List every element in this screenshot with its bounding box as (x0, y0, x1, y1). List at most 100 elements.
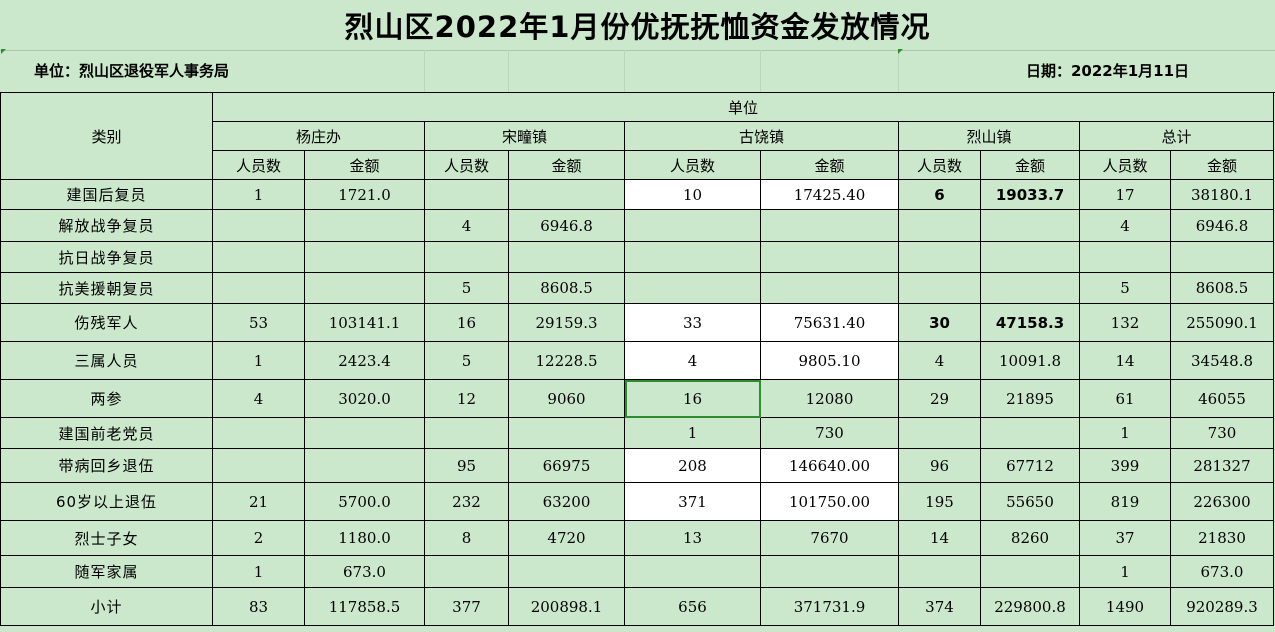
cell-amount[interactable]: 10091.8 (980, 341, 1080, 380)
cell-amount[interactable]: 371731.9 (760, 587, 899, 626)
cell-amount[interactable]: 730 (1170, 417, 1274, 449)
row-label[interactable]: 建国后复员 (0, 179, 213, 210)
unit-label[interactable]: 单位：烈山区退役军人事务局 (34, 50, 229, 92)
cell-amount[interactable]: 673.0 (1170, 555, 1274, 588)
row-label[interactable]: 抗美援朝复员 (0, 272, 213, 304)
cell-count[interactable]: 1 (212, 341, 305, 380)
cell-amount[interactable]: 4720 (508, 520, 625, 556)
cell-count[interactable]: 371 (624, 482, 761, 521)
cell-count[interactable]: 83 (212, 587, 305, 626)
header-amount[interactable]: 金额 (508, 150, 625, 180)
cell-count[interactable]: 29 (898, 379, 981, 418)
cell-amount[interactable]: 2423.4 (304, 341, 425, 380)
cell-amount[interactable] (1170, 241, 1274, 273)
row-label[interactable]: 伤残军人 (0, 303, 213, 342)
cell-amount[interactable]: 229800.8 (980, 587, 1080, 626)
header-count[interactable]: 人员数 (898, 150, 981, 180)
cell-amount[interactable]: 19033.7 (980, 179, 1080, 210)
cell-amount[interactable]: 7670 (760, 520, 899, 556)
cell-count[interactable]: 208 (624, 448, 761, 483)
cell-count[interactable]: 96 (898, 448, 981, 483)
cell-amount[interactable] (304, 272, 425, 304)
cell-amount[interactable] (980, 209, 1080, 242)
row-label[interactable]: 60岁以上退伍 (0, 482, 213, 521)
cell-amount[interactable] (304, 209, 425, 242)
cell-amount[interactable]: 920289.3 (1170, 587, 1274, 626)
cell-count[interactable] (424, 241, 509, 273)
cell-count[interactable]: 14 (898, 520, 981, 556)
cell-count[interactable] (624, 209, 761, 242)
cell-count[interactable]: 8 (424, 520, 509, 556)
cell-amount[interactable] (980, 272, 1080, 304)
cell-amount[interactable]: 46055 (1170, 379, 1274, 418)
cell-count[interactable] (624, 272, 761, 304)
cell-count[interactable]: 374 (898, 587, 981, 626)
cell-amount[interactable]: 103141.1 (304, 303, 425, 342)
cell-count[interactable]: 195 (898, 482, 981, 521)
cell-count[interactable] (898, 241, 981, 273)
cell-amount[interactable] (304, 241, 425, 273)
cell-count[interactable]: 1490 (1079, 587, 1171, 626)
cell-amount[interactable]: 255090.1 (1170, 303, 1274, 342)
cell-count[interactable]: 232 (424, 482, 509, 521)
cell-amount[interactable] (760, 209, 899, 242)
header-count[interactable]: 人员数 (424, 150, 509, 180)
cell-amount[interactable] (760, 272, 899, 304)
cell-amount[interactable]: 21895 (980, 379, 1080, 418)
cell-count[interactable]: 4 (624, 341, 761, 380)
header-group-lieshan[interactable]: 烈山镇 (898, 121, 1080, 151)
header-amount[interactable]: 金额 (1170, 150, 1274, 180)
cell-amount[interactable]: 9805.10 (760, 341, 899, 380)
cell-count[interactable]: 10 (624, 179, 761, 210)
header-group-total[interactable]: 总计 (1079, 121, 1274, 151)
cell-count[interactable]: 95 (424, 448, 509, 483)
cell-count[interactable]: 4 (1079, 209, 1171, 242)
header-count[interactable]: 人员数 (624, 150, 761, 180)
cell-count[interactable]: 61 (1079, 379, 1171, 418)
header-group-gurao[interactable]: 古饶镇 (624, 121, 899, 151)
cell-amount[interactable]: 8608.5 (508, 272, 625, 304)
cell-amount[interactable] (980, 241, 1080, 273)
cell-count[interactable]: 21 (212, 482, 305, 521)
cell-amount[interactable]: 6946.8 (508, 209, 625, 242)
cell-count[interactable]: 12 (424, 379, 509, 418)
cell-count[interactable]: 16 (624, 379, 761, 418)
cell-count[interactable] (898, 555, 981, 588)
cell-amount[interactable]: 226300 (1170, 482, 1274, 521)
cell-count[interactable]: 1 (1079, 555, 1171, 588)
cell-count[interactable]: 377 (424, 587, 509, 626)
cell-count[interactable] (898, 209, 981, 242)
cell-count[interactable]: 33 (624, 303, 761, 342)
cell-count[interactable]: 1 (1079, 417, 1171, 449)
header-unit[interactable]: 单位 (212, 92, 1274, 122)
cell-count[interactable]: 132 (1079, 303, 1171, 342)
cell-amount[interactable]: 1180.0 (304, 520, 425, 556)
cell-amount[interactable] (304, 448, 425, 483)
cell-count[interactable]: 5 (1079, 272, 1171, 304)
cell-amount[interactable]: 9060 (508, 379, 625, 418)
cell-amount[interactable]: 5700.0 (304, 482, 425, 521)
cell-count[interactable]: 2 (212, 520, 305, 556)
cell-count[interactable]: 53 (212, 303, 305, 342)
header-group-yangzhuang[interactable]: 杨庄办 (212, 121, 425, 151)
cell-amount[interactable]: 66975 (508, 448, 625, 483)
cell-count[interactable]: 30 (898, 303, 981, 342)
date-label[interactable]: 日期：2022年1月11日 (1026, 50, 1189, 92)
cell-amount[interactable]: 55650 (980, 482, 1080, 521)
header-count[interactable]: 人员数 (212, 150, 305, 180)
cell-count[interactable]: 1 (212, 555, 305, 588)
cell-amount[interactable] (980, 555, 1080, 588)
row-label[interactable]: 建国前老党员 (0, 417, 213, 449)
row-label[interactable]: 两参 (0, 379, 213, 418)
cell-amount[interactable]: 29159.3 (508, 303, 625, 342)
cell-count[interactable]: 13 (624, 520, 761, 556)
cell-amount[interactable]: 281327 (1170, 448, 1274, 483)
cell-count[interactable]: 1 (212, 179, 305, 210)
cell-count[interactable]: 5 (424, 341, 509, 380)
cell-amount[interactable]: 6946.8 (1170, 209, 1274, 242)
cell-count[interactable]: 819 (1079, 482, 1171, 521)
cell-count[interactable]: 14 (1079, 341, 1171, 380)
sheet-title[interactable]: 烈山区2022年1月份优抚抚恤资金发放情况 (0, 0, 1275, 51)
cell-count[interactable]: 4 (898, 341, 981, 380)
cell-amount[interactable]: 34548.8 (1170, 341, 1274, 380)
